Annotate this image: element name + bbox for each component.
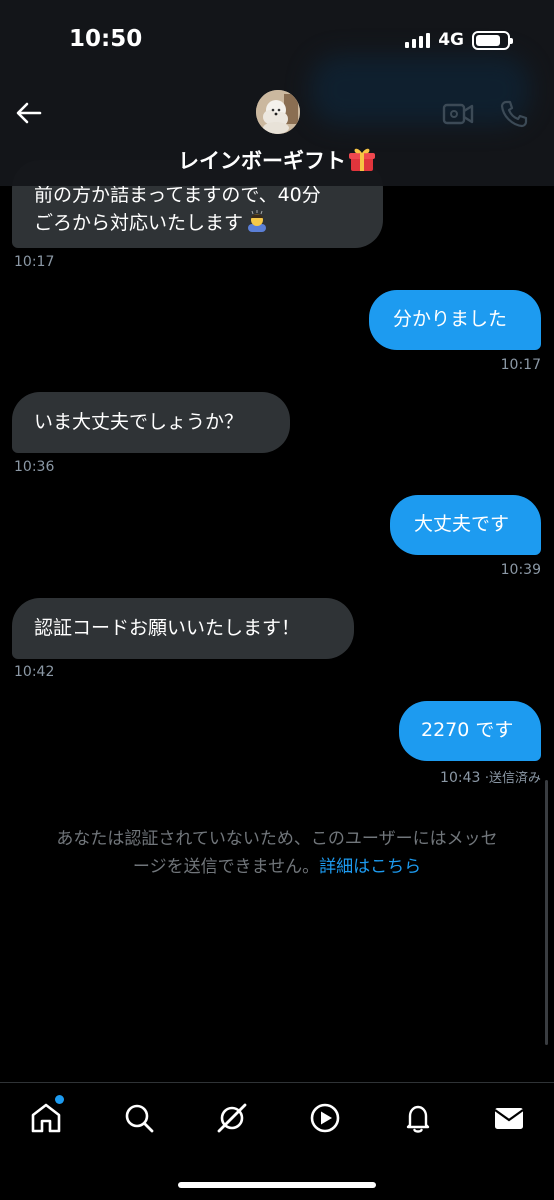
message-bubble-incoming[interactable]: 認証コードお願いいたします！ xyxy=(12,598,354,659)
contact-name[interactable]: レインボーギフト xyxy=(0,145,554,175)
video-icon[interactable] xyxy=(308,1101,342,1135)
message-time: 10:36 xyxy=(14,459,55,475)
home-indicator[interactable] xyxy=(178,1182,376,1188)
conversation-header: 10:50 4G レインボーギフト xyxy=(0,0,554,186)
network-type: 4G xyxy=(438,30,464,50)
message-time: 10:42 xyxy=(14,664,55,680)
message-bubble-incoming[interactable]: いま大丈夫でしょうか？ xyxy=(12,392,290,453)
message-time: 10:17 xyxy=(500,357,541,373)
back-arrow-icon[interactable] xyxy=(14,98,44,128)
message-time-status: 10:43 ·送信済み xyxy=(440,770,541,786)
status-bar: 10:50 4G xyxy=(0,0,554,80)
avatar[interactable] xyxy=(256,90,300,134)
message-time: 10:39 xyxy=(500,562,541,578)
status-time: 10:50 xyxy=(69,26,143,52)
message-bubble-outgoing[interactable]: 分かりました xyxy=(369,290,541,350)
scrollbar[interactable] xyxy=(545,780,548,1045)
notification-dot xyxy=(55,1095,64,1104)
gift-icon xyxy=(349,148,375,171)
cannot-message-notice: あなたは認証されていないため、このユーザーにはメッセ ージを送信できません。詳細… xyxy=(56,829,498,877)
search-icon[interactable] xyxy=(122,1101,156,1135)
learn-more-link[interactable]: 詳細はこちら xyxy=(319,857,421,877)
message-bubble-outgoing[interactable]: 2270 です xyxy=(399,701,541,761)
signal-icon xyxy=(405,32,431,48)
grok-icon[interactable] xyxy=(215,1101,249,1135)
battery-icon xyxy=(472,30,513,50)
phone-icon[interactable] xyxy=(499,99,529,129)
home-icon[interactable] xyxy=(29,1101,63,1135)
person-bowing-emoji xyxy=(248,210,267,232)
video-call-icon[interactable] xyxy=(442,100,474,128)
message-time: 10:17 xyxy=(14,254,55,270)
message-bubble-outgoing[interactable]: 大丈夫です xyxy=(390,495,541,555)
mail-icon[interactable] xyxy=(492,1101,526,1135)
dm-screen: 10:50 4G レインボーギフト 前の方か詰まってますので、40分 ごろから対… xyxy=(0,0,554,1200)
bell-icon[interactable] xyxy=(401,1101,435,1135)
